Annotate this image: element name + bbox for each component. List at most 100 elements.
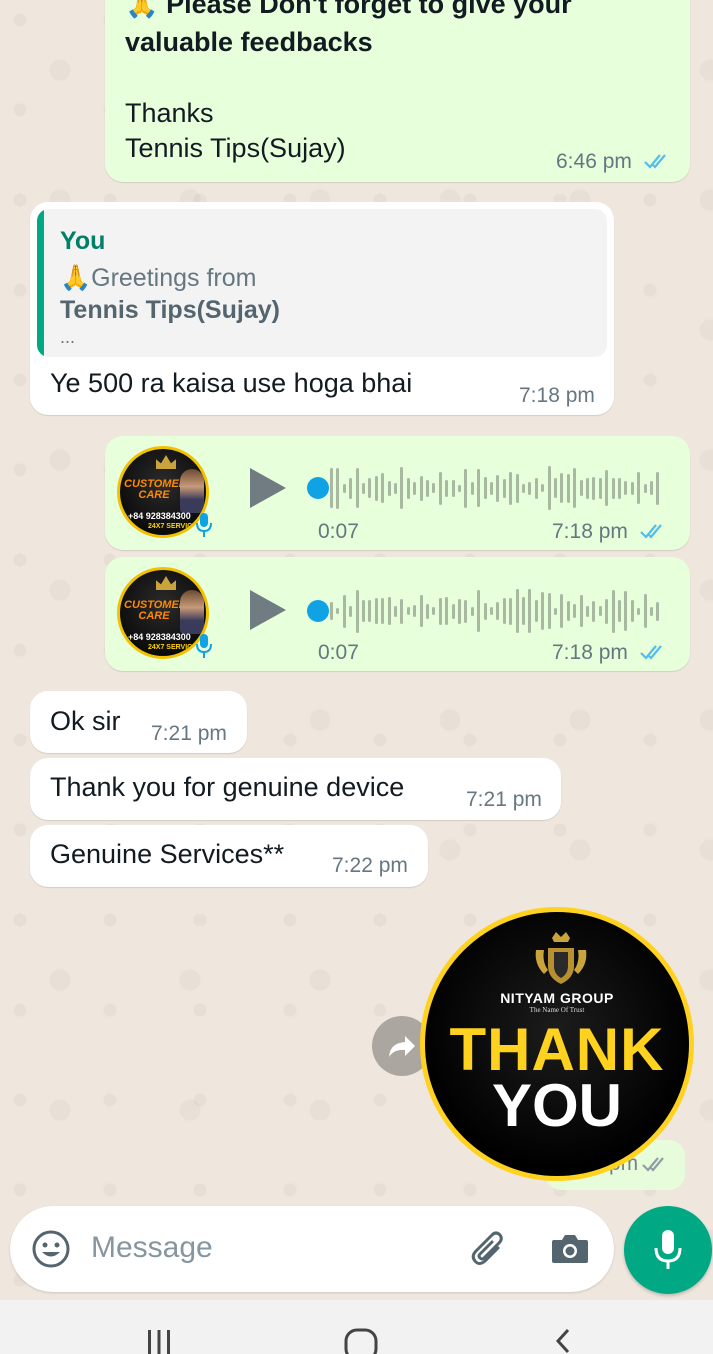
waveform-bar	[566, 473, 570, 503]
waveform-bar	[413, 605, 417, 617]
message-time: 7:21 pm	[466, 788, 542, 811]
message-text-partial: 🙏 Please Don't forget to give your	[125, 0, 572, 19]
waveform-bar	[470, 481, 474, 495]
waveform-bar	[342, 483, 346, 493]
waveform-bar	[426, 479, 429, 497]
voice-record-button[interactable]	[624, 1206, 712, 1294]
waveform-bar	[560, 594, 564, 628]
microphone-icon	[196, 634, 212, 658]
waveform-bar	[630, 481, 634, 495]
voice-duration: 0:07	[318, 641, 359, 664]
waveform-bar	[387, 597, 391, 625]
waveform-bar	[451, 479, 455, 497]
waveform-bar	[432, 483, 436, 493]
message-text: valuable feedbacks	[125, 27, 373, 57]
message-time: 7:22 pm	[332, 854, 408, 877]
waveform-bar	[368, 600, 372, 622]
incoming-message[interactable]: Ok sir 7:21 pm	[30, 691, 247, 753]
waveform-bar	[566, 601, 570, 621]
play-button[interactable]	[250, 468, 286, 508]
waveform-bar	[611, 477, 615, 499]
quoted-message[interactable]: You 🙏Greetings from Tennis Tips(Sujay) .…	[37, 209, 607, 357]
incoming-message[interactable]: Thank you for genuine device 7:21 pm	[30, 758, 561, 820]
waveform-bar	[650, 606, 653, 616]
waveform-bar	[502, 478, 506, 498]
microphone-icon	[196, 513, 212, 537]
message-text: Ye 500 ra kaisa use hoga bhai	[50, 368, 413, 398]
camera-icon[interactable]	[550, 1230, 590, 1268]
waveform-bar	[394, 482, 397, 494]
crown-icon	[156, 576, 176, 590]
waveform-bar	[464, 599, 468, 623]
message-text: Tennis Tips(Sujay)	[125, 133, 346, 163]
waveform-bar	[483, 477, 487, 499]
avatar-title: CUSTOMER CARE	[124, 478, 187, 501]
person-photo	[180, 590, 204, 634]
quote-text: 🙏Greetings from	[60, 264, 257, 292]
waveform-bar	[605, 470, 609, 506]
lion-emblem-icon	[535, 932, 587, 984]
waveform-bar	[522, 597, 525, 625]
waveform-bar	[496, 474, 500, 502]
play-button[interactable]	[250, 590, 286, 630]
waveform-bar	[419, 595, 423, 627]
waveform-bar	[586, 605, 589, 617]
message-text: Ok sir	[50, 706, 121, 736]
crown-icon	[156, 455, 176, 469]
waveform-bar	[579, 480, 583, 496]
paperclip-icon[interactable]	[468, 1228, 508, 1270]
emoji-icon[interactable]	[30, 1228, 72, 1270]
waveform-bar	[509, 471, 513, 505]
waveform-bar	[438, 471, 442, 505]
waveform-bar	[618, 600, 621, 622]
playback-scrubber[interactable]	[307, 477, 329, 499]
waveform-bar	[406, 607, 410, 615]
microphone-icon	[654, 1230, 682, 1269]
voice-message[interactable]: CUSTOMER CARE +84 928384300 24X7 SERVICE…	[105, 436, 690, 550]
waveform[interactable]	[330, 465, 662, 511]
read-ticks-icon	[642, 1157, 664, 1172]
waveform-bar	[522, 483, 525, 493]
back-icon[interactable]	[550, 1328, 576, 1354]
playback-scrubber[interactable]	[307, 600, 329, 622]
waveform-bar	[611, 589, 615, 633]
waveform-bar	[400, 467, 404, 509]
recents-icon[interactable]	[142, 1328, 176, 1354]
waveform-bar	[362, 482, 365, 494]
message-time: 7:21 pm	[151, 722, 227, 745]
waveform-bar	[534, 600, 538, 622]
sticker-text-you: YOU	[491, 1072, 623, 1139]
voice-duration: 0:07	[318, 520, 359, 543]
message-time: 6:46 pm	[556, 150, 632, 173]
waveform-bar	[515, 589, 519, 633]
waveform-bar	[374, 475, 378, 501]
incoming-message[interactable]: Genuine Services** 7:22 pm	[30, 825, 428, 887]
waveform-bar	[413, 481, 417, 495]
quote-text: Tennis Tips(Sujay)	[60, 296, 280, 324]
message-input[interactable]: Message	[91, 1231, 213, 1265]
quote-author: You	[60, 227, 106, 255]
quote-accent-bar	[37, 209, 44, 357]
waveform-bar	[477, 590, 481, 632]
waveform[interactable]	[330, 588, 662, 634]
avatar-service: 24X7 SERVICE	[148, 644, 197, 651]
waveform-bar	[643, 483, 647, 493]
waveform-bar	[458, 598, 461, 624]
waveform-bar	[630, 600, 634, 622]
waveform-bar	[406, 477, 410, 499]
message-composer[interactable]: Message	[10, 1206, 614, 1292]
waveform-bar	[592, 600, 596, 622]
message-time: 7:18 pm	[552, 520, 628, 543]
home-icon[interactable]	[343, 1328, 379, 1354]
message-time: 7:18 pm	[519, 384, 595, 407]
waveform-bar	[592, 476, 596, 500]
read-ticks-icon	[640, 524, 662, 539]
voice-message[interactable]: CUSTOMER CARE +84 928384300 24X7 SERVICE…	[105, 557, 690, 671]
incoming-message[interactable]: You 🙏Greetings from Tennis Tips(Sujay) .…	[30, 202, 614, 415]
waveform-bar	[624, 481, 628, 495]
outgoing-message[interactable]: 🙏 Please Don't forget to give your valua…	[105, 0, 690, 182]
sticker-thank-you[interactable]: NITYAM GROUP The Name Of Trust THANK YOU	[420, 907, 694, 1181]
waveform-bar	[618, 477, 621, 499]
waveform-bar	[598, 477, 602, 499]
waveform-bar	[554, 478, 557, 498]
